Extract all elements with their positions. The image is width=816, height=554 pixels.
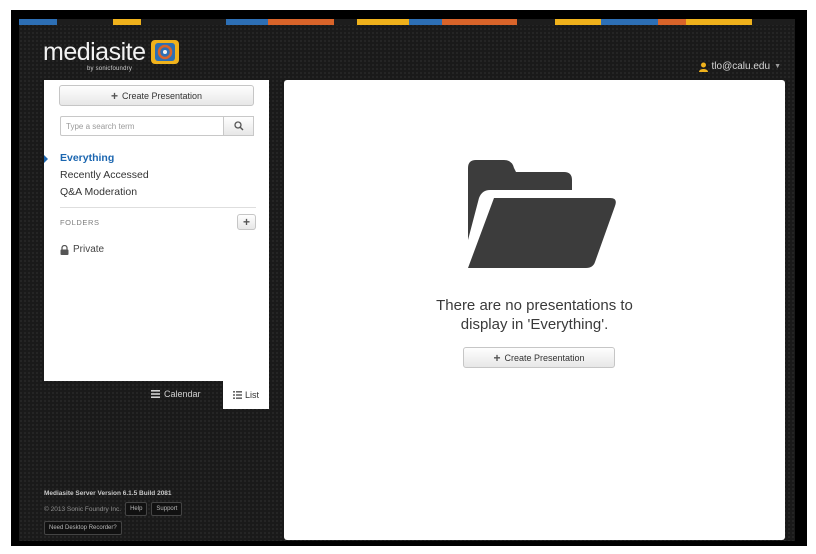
list-label: List <box>244 390 259 400</box>
create-presentation-label: Create Presentation <box>504 352 585 363</box>
lock-icon <box>60 244 69 255</box>
stripe-segment <box>516 19 555 25</box>
copyright-text: © 2013 Sonic Foundry Inc. <box>44 505 122 513</box>
user-icon <box>698 62 708 72</box>
stripe-segment <box>554 19 602 25</box>
support-button[interactable]: Support <box>151 502 183 516</box>
stripe-segment <box>357 19 409 25</box>
sidebar-item-qa-moderation[interactable]: Q&A Moderation <box>60 184 149 201</box>
calendar-label: Calendar <box>164 389 201 399</box>
stripe-segment <box>267 19 334 25</box>
empty-message-line-2: display in 'Everything'. <box>460 316 609 333</box>
create-presentation-label: Create Presentation <box>121 90 203 101</box>
user-menu[interactable]: tlo@calu.edu ▼ <box>698 61 781 72</box>
plus-icon: + <box>242 215 250 229</box>
stripe-segment <box>657 19 687 25</box>
stripe-segment <box>141 19 226 25</box>
sidebar-nav: Everything Recently Accessed Q&A Moderat… <box>44 150 149 201</box>
list-view-tab[interactable]: List <box>223 381 269 409</box>
main-content: There are no presentations to display in… <box>284 80 785 540</box>
stripe-segment <box>333 19 358 25</box>
app-frame: mediasite by sonicfoundry tlo@calu.edu ▼… <box>11 10 807 546</box>
calendar-view-button[interactable]: Calendar <box>151 389 201 399</box>
chevron-down-icon: ▼ <box>774 63 781 70</box>
brand-name: mediasite <box>43 38 146 66</box>
sidebar: + Create Presentation Everything Recentl… <box>44 80 269 381</box>
stripe-segment <box>601 19 658 25</box>
sidebar-item-recently-accessed[interactable]: Recently Accessed <box>60 167 149 184</box>
stripe-segment <box>408 19 442 25</box>
empty-folder-icon <box>468 160 616 268</box>
active-marker-icon <box>44 155 48 163</box>
user-email: tlo@calu.edu <box>711 61 771 72</box>
folder-label: Private <box>73 244 105 255</box>
divider <box>60 207 256 208</box>
search-bar <box>60 116 254 138</box>
folder-item-private[interactable]: Private <box>60 244 104 255</box>
empty-message-line-1: There are no presentations to <box>436 297 633 314</box>
view-toggle: Calendar List <box>44 381 269 409</box>
plus-icon: + <box>110 88 118 103</box>
server-version: Mediasite Server Version 6.1.5 Build 208… <box>44 490 172 497</box>
add-folder-button[interactable]: + <box>237 214 256 230</box>
search-input[interactable] <box>60 116 224 136</box>
list-icon <box>232 391 242 399</box>
stripe-segment <box>751 19 795 25</box>
search-button[interactable] <box>224 116 254 136</box>
stripe-segment <box>112 19 142 25</box>
brand-logo[interactable]: mediasite by sonicfoundry <box>43 38 180 72</box>
plus-icon: + <box>493 350 501 365</box>
desktop-recorder-button[interactable]: Need Desktop Recorder? <box>44 521 122 535</box>
brand-tagline: by sonicfoundry <box>87 66 133 72</box>
stripe-segment <box>225 19 268 25</box>
stripe-segment <box>686 19 752 25</box>
folders-heading: FOLDERS <box>60 218 100 227</box>
sidebar-item-everything[interactable]: Everything <box>60 150 149 167</box>
recorder-row: Need Desktop Recorder? <box>44 521 284 535</box>
calendar-icon <box>151 390 160 398</box>
stripe-segment <box>56 19 113 25</box>
stripe-segment <box>19 19 57 25</box>
help-button[interactable]: Help <box>125 502 148 516</box>
footer: Mediasite Server Version 6.1.5 Build 208… <box>44 490 284 535</box>
mediasite-logo-icon <box>150 40 179 64</box>
app-screen: mediasite by sonicfoundry tlo@calu.edu ▼… <box>19 19 795 541</box>
stripe-segment <box>441 19 517 25</box>
header-stripe <box>19 19 795 25</box>
empty-state-message: There are no presentations to display in… <box>284 296 785 334</box>
sidebar-create-presentation-button[interactable]: + Create Presentation <box>59 85 254 106</box>
main-create-presentation-button[interactable]: + Create Presentation <box>463 347 615 368</box>
footer-links: © 2013 Sonic Foundry Inc. Help Support <box>44 502 284 516</box>
search-icon <box>233 121 243 131</box>
